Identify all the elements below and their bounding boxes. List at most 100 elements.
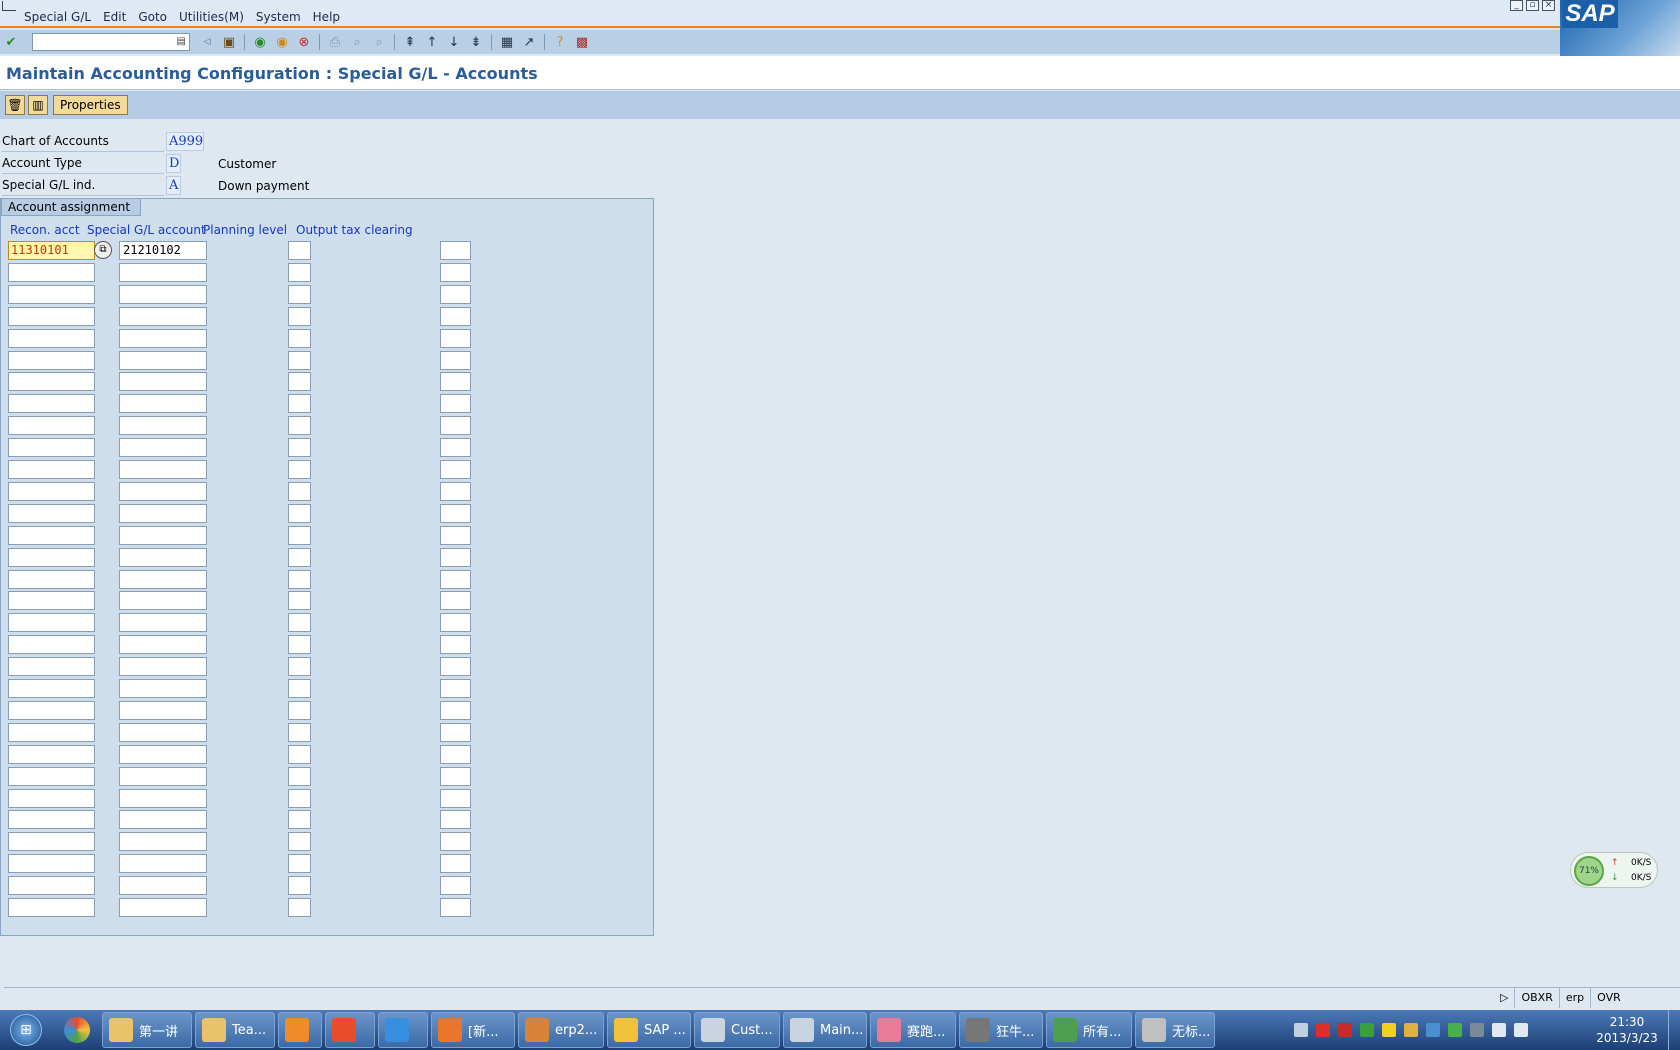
planning-level-input[interactable] <box>288 789 311 808</box>
menu-help[interactable]: Help <box>307 10 346 24</box>
layout-icon[interactable]: ▩ <box>573 33 591 51</box>
output-tax-clearing-input[interactable] <box>440 701 471 720</box>
planning-level-input[interactable] <box>288 416 311 435</box>
special-gl-account-input[interactable] <box>119 570 207 589</box>
pinned-app-icon[interactable] <box>52 1012 102 1048</box>
tray-phone-icon[interactable] <box>1426 1023 1440 1037</box>
output-tax-clearing-input[interactable] <box>440 723 471 742</box>
output-tax-clearing-input[interactable] <box>440 482 471 501</box>
output-tax-clearing-input[interactable] <box>440 789 471 808</box>
output-tax-clearing-input[interactable] <box>440 657 471 676</box>
planning-level-input[interactable] <box>288 745 311 764</box>
output-tax-clearing-input[interactable] <box>440 394 471 413</box>
taskbar-task-button[interactable]: 无标... <box>1135 1012 1215 1048</box>
taskbar-task-button[interactable]: 狂牛... <box>959 1012 1043 1048</box>
special-gl-account-input[interactable] <box>119 482 207 501</box>
recon-acct-input[interactable] <box>8 876 95 895</box>
planning-level-input[interactable] <box>288 613 311 632</box>
special-gl-account-input[interactable] <box>119 854 207 873</box>
output-tax-clearing-input[interactable] <box>440 285 471 304</box>
special-gl-account-input[interactable] <box>119 372 207 391</box>
planning-level-input[interactable] <box>288 307 311 326</box>
taskbar-task-button[interactable]: 第一讲 <box>102 1012 192 1048</box>
recon-acct-input[interactable] <box>8 767 95 786</box>
restore-icon[interactable]: ▫ <box>1526 0 1539 11</box>
planning-level-input[interactable] <box>288 679 311 698</box>
tray-network-icon[interactable] <box>1338 1023 1352 1037</box>
recon-acct-input[interactable] <box>8 351 95 370</box>
special-gl-account-input[interactable] <box>119 438 207 457</box>
last-page-icon[interactable]: ⇟ <box>467 33 485 51</box>
menu-system[interactable]: System <box>250 10 307 24</box>
next-page-icon[interactable]: ↓ <box>445 33 463 51</box>
taskbar-clock[interactable]: 21:30 2013/3/23 <box>1592 1014 1662 1046</box>
table-settings-icon[interactable]: ▥ <box>28 95 48 115</box>
back-icon[interactable]: ◉ <box>251 33 269 51</box>
output-tax-clearing-input[interactable] <box>440 810 471 829</box>
recon-acct-input[interactable]: 11310101 <box>8 241 95 260</box>
special-gl-account-input[interactable] <box>119 416 207 435</box>
recon-acct-input[interactable] <box>8 657 95 676</box>
special-gl-account-input[interactable] <box>119 810 207 829</box>
special-gl-account-input[interactable] <box>119 394 207 413</box>
command-history-icon[interactable]: ▤ <box>177 36 186 47</box>
output-tax-clearing-input[interactable] <box>440 591 471 610</box>
recon-acct-input[interactable] <box>8 372 95 391</box>
network-monitor[interactable]: 71% ↑ 0K/S ↓ 0K/S <box>1570 852 1658 888</box>
special-gl-account-input[interactable] <box>119 329 207 348</box>
planning-level-input[interactable] <box>288 767 311 786</box>
planning-level-input[interactable] <box>288 701 311 720</box>
recon-acct-input[interactable] <box>8 679 95 698</box>
output-tax-clearing-input[interactable] <box>440 832 471 851</box>
special-gl-account-input[interactable] <box>119 460 207 479</box>
special-gl-account-input[interactable] <box>119 351 207 370</box>
taskbar-task-button[interactable]: 赛跑... <box>870 1012 956 1048</box>
special-gl-account-input[interactable] <box>119 635 207 654</box>
planning-level-input[interactable] <box>288 832 311 851</box>
system-menu-icon[interactable] <box>2 1 16 11</box>
special-gl-account-input[interactable] <box>119 526 207 545</box>
taskbar-task-button[interactable]: SAP ... <box>607 1012 691 1048</box>
shortcut-icon[interactable]: ↗ <box>520 33 538 51</box>
column-header-special-gl-account[interactable]: Special G/L account <box>87 223 206 237</box>
taskbar-task-button[interactable] <box>278 1012 322 1048</box>
recon-acct-input[interactable] <box>8 854 95 873</box>
menu-special-gl[interactable]: Special G/L <box>18 10 97 24</box>
recon-acct-input[interactable] <box>8 723 95 742</box>
planning-level-input[interactable] <box>288 241 311 260</box>
tray-shield-icon[interactable] <box>1448 1023 1462 1037</box>
taskbar-task-button[interactable]: [新... <box>431 1012 515 1048</box>
column-header-planning-level[interactable]: Planning level <box>203 223 287 237</box>
special-gl-account-input[interactable] <box>119 723 207 742</box>
cancel-icon[interactable]: ⊗ <box>295 33 313 51</box>
menu-goto[interactable]: Goto <box>132 10 173 24</box>
output-tax-clearing-input[interactable] <box>440 635 471 654</box>
special-gl-account-input[interactable] <box>119 701 207 720</box>
special-gl-account-input[interactable] <box>119 591 207 610</box>
special-gl-account-input[interactable] <box>119 307 207 326</box>
enter-icon[interactable]: ✔ <box>2 33 20 51</box>
tray-folder-icon[interactable] <box>1404 1023 1418 1037</box>
tray-keyboard-icon[interactable] <box>1294 1023 1308 1037</box>
planning-level-input[interactable] <box>288 548 311 567</box>
properties-button[interactable]: Properties <box>53 95 128 115</box>
collapse-arrow-icon[interactable]: ◁ <box>198 33 216 51</box>
output-tax-clearing-input[interactable] <box>440 438 471 457</box>
special-gl-account-input[interactable] <box>119 832 207 851</box>
planning-level-input[interactable] <box>288 723 311 742</box>
menu-utilities[interactable]: Utilities(M) <box>173 10 250 24</box>
recon-acct-input[interactable] <box>8 307 95 326</box>
recon-acct-input[interactable] <box>8 898 95 917</box>
special-gl-account-input[interactable] <box>119 548 207 567</box>
output-tax-clearing-input[interactable] <box>440 460 471 479</box>
planning-level-input[interactable] <box>288 635 311 654</box>
recon-acct-input[interactable] <box>8 504 95 523</box>
output-tax-clearing-input[interactable] <box>440 745 471 764</box>
planning-level-input[interactable] <box>288 898 311 917</box>
recon-acct-input[interactable] <box>8 635 95 654</box>
planning-level-input[interactable] <box>288 570 311 589</box>
recon-acct-input[interactable] <box>8 832 95 851</box>
value-help-icon[interactable]: ⧉ <box>94 241 112 259</box>
column-header-output-tax-clearing[interactable]: Output tax clearing <box>296 223 413 237</box>
tray-security-icon[interactable] <box>1360 1023 1374 1037</box>
